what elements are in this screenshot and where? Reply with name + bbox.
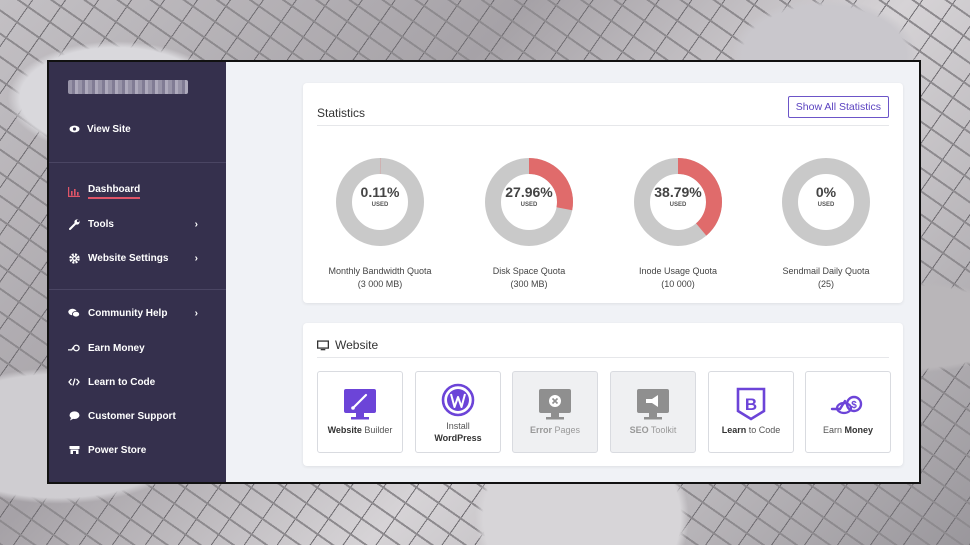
svg-text:$: $ — [851, 400, 857, 411]
gauge-inode-usage: 38.79% USED Inode Usage Quota (10 000) — [608, 157, 748, 291]
tile-label-bold: WordPress — [434, 433, 482, 443]
sidebar-item-label: Power Store — [88, 444, 147, 456]
statistics-title: Statistics — [317, 106, 366, 120]
store-icon — [68, 444, 80, 456]
eye-icon — [68, 123, 80, 135]
gauge-used-label: USED — [520, 202, 538, 208]
tile-label-bold: Learn — [721, 425, 747, 435]
gauge-sub: (3 000 MB) — [357, 279, 403, 289]
gauge-percent: 0.11% — [360, 184, 400, 200]
gauge-sub: (300 MB) — [510, 279, 548, 289]
view-site-label: View Site — [87, 123, 131, 135]
sidebar-item-label: Learn to Code — [88, 376, 156, 388]
gauge-used-label: USED — [669, 202, 687, 208]
sidebar-item-label: Website Settings — [88, 252, 169, 264]
tile-label-bold: Website — [327, 425, 362, 435]
monitor-icon — [317, 339, 329, 351]
earn-money-icon: $ — [806, 384, 890, 424]
tile-label: to Code — [746, 425, 781, 435]
tile-label-bold: Money — [844, 425, 874, 435]
sidebar-item-dashboard[interactable]: Dashboard — [68, 184, 198, 199]
sidebar-item-earn-money[interactable]: Earn Money — [68, 342, 198, 354]
website-title: Website — [335, 338, 379, 352]
bubble-icon — [68, 410, 80, 422]
tile-label: Pages — [551, 425, 581, 435]
money-icon — [68, 342, 80, 354]
gauge-disk-space: 27.96% USED Disk Space Quota (300 MB) — [459, 157, 599, 291]
show-all-statistics-button[interactable]: Show All Statistics — [787, 96, 889, 118]
gauge-percent: 27.96% — [505, 184, 553, 200]
view-site-link[interactable]: View Site — [68, 123, 131, 135]
tile-label: Install — [446, 421, 470, 431]
gauge-sub: (10 000) — [661, 279, 695, 289]
sidebar-divider — [49, 289, 226, 290]
tile-label: Earn — [822, 425, 845, 435]
tile-website-builder[interactable]: Website Builder — [317, 371, 403, 453]
seo-toolkit-icon — [611, 384, 695, 424]
wordpress-icon — [416, 380, 500, 420]
wrench-icon — [68, 218, 80, 230]
card-divider — [317, 357, 889, 358]
sidebar-item-community-help[interactable]: Community Help › — [68, 307, 198, 319]
sidebar-item-customer-support[interactable]: Customer Support — [68, 410, 198, 422]
gauge-bandwidth: 0.11% USED Monthly Bandwidth Quota (3 000… — [310, 157, 450, 291]
tile-label-bold: Error — [529, 425, 552, 435]
sidebar-item-power-store[interactable]: Power Store — [68, 444, 198, 456]
sidebar-item-learn-to-code[interactable]: Learn to Code — [68, 376, 198, 388]
website-card: Website Website Builder Install WordPress — [303, 323, 903, 466]
gauge-label: Sendmail Daily Quota — [782, 266, 870, 276]
chart-icon — [68, 186, 80, 198]
tile-label: Toolkit — [648, 425, 677, 435]
website-title-wrap: Website — [317, 338, 378, 352]
tile-error-pages[interactable]: Error Pages — [512, 371, 598, 453]
chevron-right-icon: › — [194, 307, 198, 319]
gauge-label: Inode Usage Quota — [638, 266, 718, 276]
statistics-card: Statistics Show All Statistics 0.11% USE… — [303, 83, 903, 303]
sidebar-item-label: Community Help — [88, 307, 168, 319]
tile-seo-toolkit[interactable]: SEO Toolkit — [610, 371, 696, 453]
tile-earn-money[interactable]: $ Earn Money — [805, 371, 891, 453]
gauge-percent: 38.79% — [654, 184, 702, 200]
tile-learn-to-code[interactable]: B Learn to Code — [708, 371, 794, 453]
bootstrap-icon: B — [709, 384, 793, 424]
tile-label: Builder — [361, 425, 393, 435]
chat-icon — [68, 307, 80, 319]
gauge-sendmail: 0% USED Sendmail Daily Quota (25) — [756, 157, 896, 291]
tile-label-bold: SEO — [629, 425, 649, 435]
gauge-percent: 0% — [815, 184, 837, 200]
sidebar-item-label: Tools — [88, 218, 114, 230]
gauge-used-label: USED — [371, 202, 389, 208]
tile-install-wordpress[interactable]: Install WordPress — [415, 371, 501, 453]
gauge-used-label: USED — [817, 202, 835, 208]
gauge-sub: (25) — [817, 279, 834, 289]
sidebar-divider — [49, 162, 226, 163]
sidebar-item-label: Earn Money — [88, 342, 145, 354]
chevron-right-icon: › — [194, 218, 198, 230]
error-pages-icon — [513, 384, 597, 424]
sidebar-item-tools[interactable]: Tools › — [68, 218, 198, 230]
sidebar: View Site Dashboard Tools › Website Sett… — [49, 62, 226, 482]
sidebar-item-website-settings[interactable]: Website Settings › — [68, 252, 198, 264]
main-content: Statistics Show All Statistics 0.11% USE… — [226, 62, 919, 482]
chevron-right-icon: › — [194, 252, 198, 264]
code-icon — [68, 376, 80, 388]
hosting-panel-window: View Site Dashboard Tools › Website Sett… — [47, 60, 921, 484]
card-divider — [317, 125, 889, 126]
svg-text:B: B — [745, 395, 757, 414]
gauge-label: Disk Space Quota — [492, 266, 566, 276]
gauge-label: Monthly Bandwidth Quota — [328, 266, 432, 276]
sidebar-item-label: Customer Support — [88, 410, 176, 422]
gear-icon — [68, 252, 80, 264]
site-name-blurred — [68, 80, 188, 94]
website-builder-icon — [318, 384, 402, 424]
sidebar-item-label: Dashboard — [88, 184, 141, 199]
